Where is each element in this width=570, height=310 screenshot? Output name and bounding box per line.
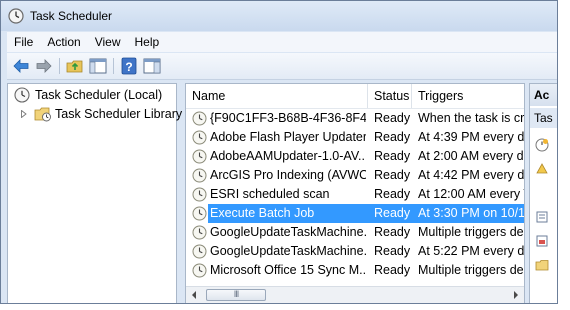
- table-row[interactable]: Microsoft Office 15 Sync M... Ready Multip…: [186, 261, 524, 280]
- task-name: AdobeAAMUpdater-1.0-AV...: [210, 149, 366, 163]
- folder-clock-icon: [34, 107, 51, 122]
- svg-text:?: ?: [125, 60, 132, 74]
- column-header-triggers[interactable]: Triggers: [412, 84, 524, 108]
- table-row[interactable]: Adobe Flash Player Updater Ready At 4:39 P…: [186, 128, 524, 147]
- task-name: GoogleUpdateTaskMachine...: [210, 225, 366, 239]
- task-trigger: At 2:00 AM every da: [418, 149, 524, 163]
- display-running-tasks-icon[interactable]: [535, 234, 549, 248]
- scroll-thumb[interactable]: III: [206, 289, 266, 301]
- task-status: Ready: [374, 130, 411, 144]
- back-arrow-icon[interactable]: [11, 56, 31, 76]
- forward-arrow-icon[interactable]: [34, 56, 54, 76]
- table-row[interactable]: AdobeAAMUpdater-1.0-AV... Ready At 2:00 AM…: [186, 147, 524, 166]
- tree-label-library: Task Scheduler Library: [55, 107, 183, 121]
- task-clock-icon: [192, 130, 207, 145]
- menu-view[interactable]: View: [88, 32, 128, 49]
- task-name: ESRI scheduled scan: [210, 187, 330, 201]
- task-trigger: At 4:39 PM every da: [418, 130, 524, 144]
- scroll-thumb-grip: III: [233, 289, 240, 299]
- create-basic-task-icon[interactable]: [535, 138, 549, 152]
- task-trigger: At 3:30 PM on 10/1: [418, 206, 524, 220]
- task-trigger: Multiple triggers de: [418, 225, 524, 239]
- show-hide-action-pane-icon[interactable]: [142, 56, 162, 76]
- task-status: Ready: [374, 149, 411, 163]
- table-row[interactable]: GoogleUpdateTaskMachine... Ready Multiple …: [186, 223, 524, 242]
- task-clock-icon: [192, 244, 207, 259]
- table-row[interactable]: Execute Batch Job Ready At 3:30 PM on 10/1: [186, 204, 524, 223]
- table-row[interactable]: GoogleUpdateTaskMachine... Ready At 5:22 P…: [186, 242, 524, 261]
- menu-action[interactable]: Action: [40, 32, 87, 49]
- task-name: Microsoft Office 15 Sync M...: [210, 263, 366, 277]
- task-list-pane: Name Status Triggers {F90C1FF3-B68B-4F36…: [185, 83, 525, 303]
- task-status: Ready: [374, 244, 411, 258]
- task-scheduler-icon: [8, 8, 24, 24]
- task-clock-icon: [192, 225, 207, 240]
- task-trigger: When the task is cr: [418, 111, 524, 125]
- table-row[interactable]: {F90C1FF3-B68B-4F36-8F44... Ready When the…: [186, 109, 524, 128]
- toolbar-separator: [59, 58, 60, 74]
- task-clock-icon: [192, 168, 207, 183]
- table-row[interactable]: ESRI scheduled scan Ready At 12:00 AM ever…: [186, 185, 524, 204]
- task-status: Ready: [374, 168, 411, 182]
- task-status: Ready: [374, 263, 411, 277]
- scroll-left-arrow-icon[interactable]: [186, 287, 203, 303]
- create-task-icon[interactable]: [535, 162, 549, 176]
- new-folder-icon[interactable]: [535, 258, 549, 272]
- task-name: ArcGIS Pro Indexing (AVWO...: [210, 168, 366, 182]
- clock-icon: [14, 87, 30, 103]
- column-header-name[interactable]: Name: [186, 84, 368, 108]
- toolbar-separator: [113, 58, 114, 74]
- task-status: Ready: [374, 225, 411, 239]
- title-bar[interactable]: Task Scheduler: [1, 1, 557, 31]
- task-clock-icon: [192, 263, 207, 278]
- task-name: GoogleUpdateTaskMachine...: [210, 244, 366, 258]
- task-status: Ready: [374, 206, 411, 220]
- task-trigger: Multiple triggers de: [418, 263, 524, 277]
- menu-help[interactable]: Help: [128, 32, 167, 49]
- task-trigger: At 4:42 PM every da: [418, 168, 524, 182]
- console-tree-pane: Task Scheduler (Local) Task Scheduler Li…: [7, 83, 182, 303]
- tree-item-task-scheduler-library[interactable]: Task Scheduler Library: [18, 105, 182, 123]
- task-status: Ready: [374, 111, 411, 125]
- window-title: Task Scheduler: [30, 9, 113, 23]
- expand-arrow-icon[interactable]: [20, 110, 28, 118]
- task-name: {F90C1FF3-B68B-4F36-8F44...: [210, 111, 366, 125]
- menu-bar: File Action View Help: [7, 32, 557, 52]
- horizontal-scrollbar[interactable]: III: [186, 286, 524, 303]
- task-scheduler-window: Task Scheduler File Action View Help ? T…: [0, 0, 558, 304]
- column-header-status[interactable]: Status: [368, 84, 412, 108]
- task-trigger: At 5:22 PM every da: [418, 244, 524, 258]
- up-folder-icon[interactable]: [65, 56, 85, 76]
- tree-label-root: Task Scheduler (Local): [35, 88, 163, 102]
- scroll-right-arrow-icon[interactable]: [507, 287, 524, 303]
- show-hide-tree-icon[interactable]: [88, 56, 108, 76]
- task-name: Adobe Flash Player Updater: [210, 130, 366, 144]
- menu-file[interactable]: File: [7, 32, 40, 49]
- task-status: Ready: [374, 187, 411, 201]
- torn-edge: [559, 0, 570, 310]
- task-trigger: At 12:00 AM every T: [418, 187, 524, 201]
- import-task-icon[interactable]: [535, 210, 549, 224]
- table-row[interactable]: ArcGIS Pro Indexing (AVWO... Ready At 4:42…: [186, 166, 524, 185]
- task-clock-icon: [192, 206, 207, 221]
- task-clock-icon: [192, 149, 207, 164]
- help-icon[interactable]: ?: [119, 56, 139, 76]
- toolbar: ?: [7, 53, 557, 80]
- task-clock-icon: [192, 111, 207, 126]
- task-clock-icon: [192, 187, 207, 202]
